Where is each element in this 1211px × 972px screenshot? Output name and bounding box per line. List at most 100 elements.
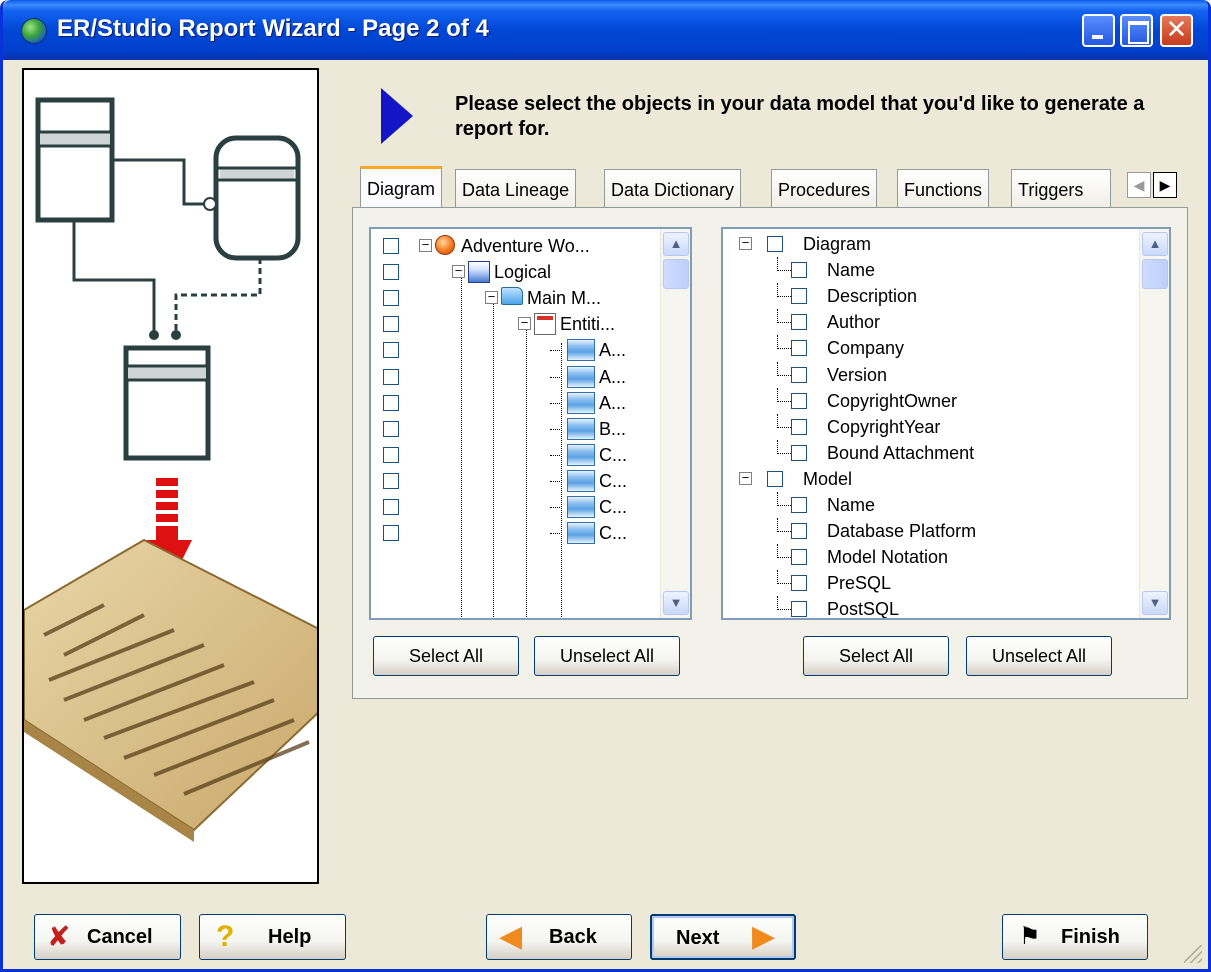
tree-connector (777, 374, 791, 376)
tab-data-dictionary[interactable]: Data Dictionary (604, 169, 742, 208)
property-checkbox[interactable] (791, 418, 807, 435)
object-checkbox[interactable] (383, 368, 399, 385)
property-checkbox[interactable] (791, 523, 807, 540)
object-tree-item-label[interactable]: Main M... (527, 285, 601, 311)
object-checkbox[interactable] (383, 499, 399, 515)
property-checkbox[interactable] (791, 340, 807, 357)
property-label[interactable]: CopyrightOwner (827, 388, 957, 414)
collapse-icon[interactable]: − (419, 238, 432, 252)
resize-grip[interactable] (1184, 945, 1202, 963)
property-label[interactable]: PostSQL (827, 596, 899, 618)
object-checkbox[interactable] (383, 290, 399, 307)
maximize-button[interactable] (1120, 14, 1153, 47)
tab-scroll-right-button[interactable]: ▶ (1153, 172, 1177, 198)
property-checkbox[interactable] (791, 288, 807, 305)
back-arrow-icon: ◀ (499, 920, 523, 953)
property-label[interactable]: Bound Attachment (827, 440, 974, 466)
property-label[interactable]: Name (827, 257, 875, 283)
tree-connector (777, 296, 791, 298)
tab-scroll-left-button[interactable]: ◀ (1127, 172, 1151, 198)
collapse-icon[interactable]: − (518, 316, 531, 331)
property-group-label[interactable]: Diagram (803, 231, 871, 257)
tree-connector (777, 531, 791, 533)
scroll-down-button[interactable]: ▼ (1142, 591, 1168, 615)
tab-data-lineage[interactable]: Data Lineage (455, 169, 577, 208)
collapse-icon[interactable]: − (739, 236, 752, 250)
scroll-up-button[interactable]: ▲ (1142, 232, 1168, 256)
tab-procedures[interactable]: Procedures (771, 169, 878, 208)
object-checkbox[interactable] (383, 264, 399, 281)
property-label[interactable]: Company (827, 335, 904, 361)
property-checkbox[interactable] (791, 549, 807, 566)
property-label[interactable]: Model Notation (827, 544, 948, 570)
property-checkbox[interactable] (791, 497, 807, 513)
property-checkbox[interactable] (791, 575, 807, 592)
property-tree[interactable]: − Diagram Name Description Author Company Vers… (721, 227, 1171, 620)
property-label[interactable]: Version (827, 362, 887, 388)
collapse-icon[interactable]: − (485, 290, 498, 305)
select-all-properties-button[interactable]: Select All (803, 636, 949, 676)
table-icon (567, 417, 595, 440)
help-button[interactable]: ? Help (199, 914, 346, 960)
object-tree-item-label[interactable]: A... (599, 337, 626, 363)
unselect-all-properties-button[interactable]: Unselect All (966, 636, 1112, 676)
property-checkbox[interactable] (791, 392, 807, 409)
property-label[interactable]: CopyrightYear (827, 414, 940, 440)
property-checkbox[interactable] (791, 444, 807, 461)
next-button[interactable]: Next ▶ (650, 914, 796, 960)
object-tree-item-label[interactable]: A... (599, 364, 626, 390)
back-button[interactable]: ◀ Back (486, 914, 632, 960)
object-tree[interactable]: − Adventure Wo... − Logical − Main M... − Entit… (369, 227, 692, 620)
select-all-objects-button[interactable]: Select All (373, 636, 519, 676)
object-tree-item-label[interactable]: Logical (494, 259, 551, 285)
property-checkbox[interactable] (791, 601, 807, 618)
object-tree-item-label[interactable]: C... (599, 494, 627, 520)
title-bar[interactable]: ER/Studio Report Wizard - Page 2 of 4 ✕ (3, 0, 1208, 60)
property-checkbox[interactable] (791, 262, 807, 279)
tab-triggers[interactable]: Triggers (1011, 169, 1111, 208)
table-icon (567, 365, 595, 388)
property-checkbox[interactable] (791, 314, 807, 331)
property-label[interactable]: Name (827, 492, 875, 518)
property-label[interactable]: Description (827, 283, 917, 309)
object-checkbox[interactable] (383, 420, 399, 437)
property-group-checkbox[interactable] (767, 470, 783, 487)
object-tree-scrollbar[interactable]: ▲ ▼ (660, 229, 690, 618)
scroll-thumb[interactable] (1142, 259, 1168, 289)
property-label[interactable]: Author (827, 309, 880, 335)
object-checkbox[interactable] (383, 472, 399, 489)
property-checkbox[interactable] (791, 366, 807, 383)
property-tree-scrollbar[interactable]: ▲ ▼ (1139, 229, 1169, 618)
object-tree-item-label[interactable]: C... (599, 520, 627, 546)
object-tree-item-label[interactable]: A... (599, 390, 626, 416)
tree-guide (777, 492, 778, 506)
cancel-button[interactable]: ✘ Cancel (34, 914, 181, 960)
object-tree-item-label[interactable]: Entiti... (560, 311, 615, 337)
tree-guide (561, 343, 562, 618)
object-checkbox[interactable] (383, 342, 399, 359)
property-label[interactable]: PreSQL (827, 570, 891, 596)
collapse-icon[interactable]: − (739, 471, 752, 485)
object-tree-item-label[interactable]: Adventure Wo... (461, 233, 590, 259)
object-checkbox[interactable] (383, 394, 399, 411)
object-checkbox[interactable] (383, 446, 399, 463)
object-checkbox[interactable] (383, 525, 399, 542)
minimize-button[interactable] (1082, 14, 1115, 47)
tab-functions[interactable]: Functions (897, 169, 990, 208)
scroll-down-button[interactable]: ▼ (663, 591, 689, 615)
scroll-thumb[interactable] (663, 259, 689, 289)
property-label[interactable]: Database Platform (827, 518, 976, 544)
property-group-label[interactable]: Model (803, 466, 852, 492)
object-tree-item-label[interactable]: B... (599, 416, 626, 442)
object-tree-item-label[interactable]: C... (599, 442, 627, 468)
unselect-all-objects-button[interactable]: Unselect All (534, 636, 680, 676)
close-button[interactable]: ✕ (1160, 14, 1193, 47)
tab-diagram[interactable]: Diagram (360, 166, 443, 208)
property-group-checkbox[interactable] (767, 236, 783, 252)
object-checkbox[interactable] (383, 316, 399, 333)
scroll-up-button[interactable]: ▲ (663, 232, 689, 256)
object-checkbox[interactable] (383, 238, 399, 254)
collapse-icon[interactable]: − (452, 264, 465, 279)
finish-button[interactable]: ⚑ Finish (1002, 914, 1148, 960)
object-tree-item-label[interactable]: C... (599, 468, 627, 494)
